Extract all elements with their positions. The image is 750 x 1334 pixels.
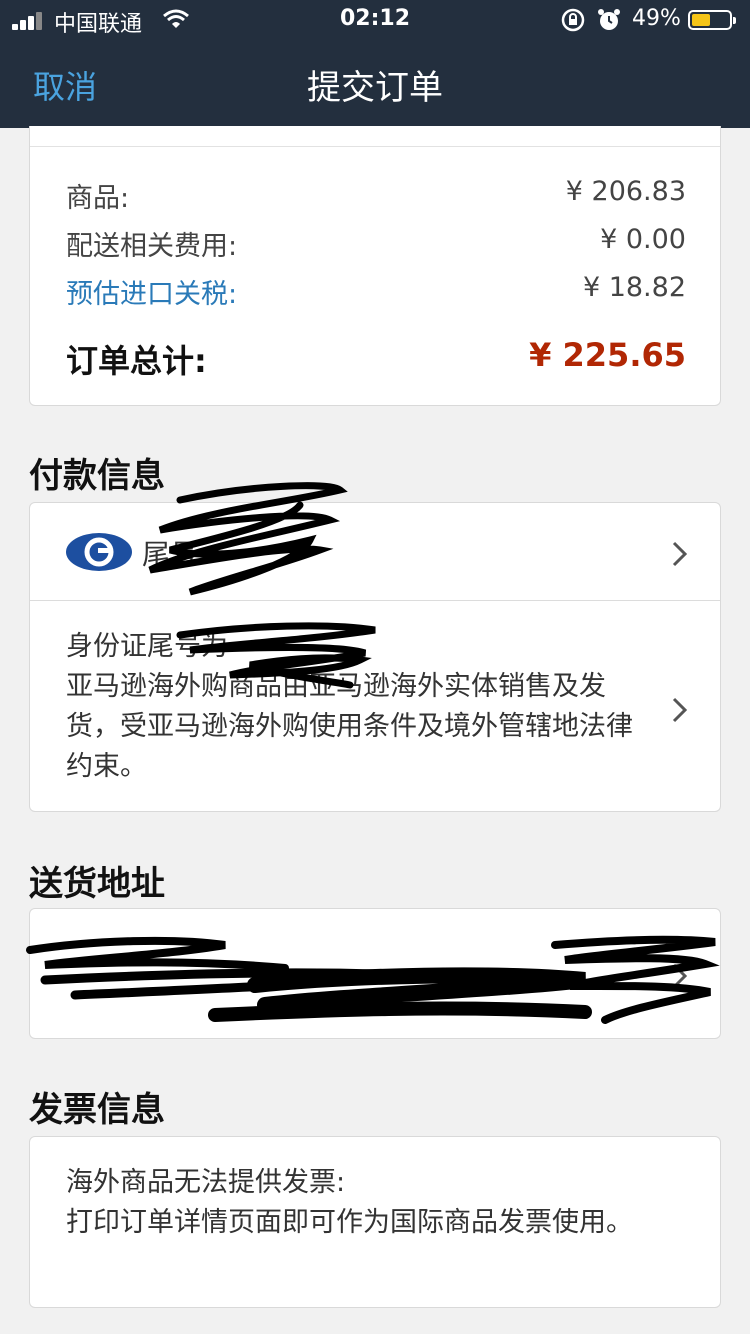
shipping-section-title: 送货地址 — [29, 864, 165, 904]
order-total-value: ¥ 225.65 — [529, 336, 686, 374]
chevron-right-icon — [672, 697, 688, 723]
shipping-fee-value: ¥ 0.00 — [600, 224, 686, 255]
id-notice-text: 身份证尾号为 亚马逊海外购商品由亚马逊海外实体销售及发货，受亚马逊海外购使用条件… — [66, 627, 646, 787]
invoice-line-2: 打印订单详情页面即可作为国际商品发票使用。 — [66, 1207, 633, 1238]
payment-card: 尾号 身份证尾号为 亚马逊海外购商品由亚马逊海外实体销售及发货，受亚马逊海外购使… — [29, 502, 721, 812]
shipping-address-card[interactable] — [29, 908, 721, 1039]
import-tax-value: ¥ 18.82 — [582, 272, 686, 303]
chevron-right-icon — [672, 541, 688, 567]
order-summary-card: 商品: ¥ 206.83 配送相关费用: ¥ 0.00 预估进口关税: ¥ 18… — [29, 126, 721, 406]
invoice-line-1: 海外商品无法提供发票: — [66, 1167, 346, 1198]
import-tax-link[interactable]: 预估进口关税: — [66, 272, 237, 311]
items-row: 商品: ¥ 206.83 — [66, 176, 686, 214]
invoice-section-title: 发票信息 — [29, 1090, 165, 1130]
battery-fill — [692, 14, 710, 26]
import-tax-row: 预估进口关税: ¥ 18.82 — [66, 272, 686, 311]
seller-notice: 亚马逊海外购商品由亚马逊海外实体销售及发货，受亚马逊海外购使用条件及境外管辖地法… — [66, 671, 633, 782]
items-label: 商品: — [66, 183, 130, 214]
card-tail-label: 尾号 — [142, 538, 199, 571]
battery-percent: 49% — [632, 6, 681, 31]
invoice-text: 海外商品无法提供发票: 打印订单详情页面即可作为国际商品发票使用。 — [66, 1163, 666, 1243]
nav-bar: 取消 提交订单 — [0, 40, 750, 128]
alarm-icon — [598, 9, 620, 30]
chevron-right-icon — [672, 963, 688, 989]
items-value: ¥ 206.83 — [565, 176, 686, 207]
order-total-label: 订单总计: — [66, 342, 207, 380]
orientation-lock-icon — [561, 8, 585, 32]
id-line: 身份证尾号为 — [66, 631, 228, 662]
invoice-card: 海外商品无法提供发票: 打印订单详情页面即可作为国际商品发票使用。 — [29, 1136, 721, 1308]
battery-icon — [688, 10, 736, 30]
id-notice-row[interactable]: 身份证尾号为 亚马逊海外购商品由亚马逊海外实体销售及发货，受亚马逊海外购使用条件… — [30, 601, 720, 811]
payment-section-title: 付款信息 — [29, 456, 165, 496]
shipping-fee-label: 配送相关费用: — [66, 231, 238, 262]
order-total-row: 订单总计: ¥ 225.65 — [66, 336, 686, 380]
top-bar: 中国联通 02:12 49% 取消 提交订单 — [0, 0, 750, 128]
shipping-fee-row: 配送相关费用: ¥ 0.00 — [66, 224, 686, 262]
bank-logo-icon — [66, 533, 132, 571]
page-title: 提交订单 — [307, 68, 443, 108]
payment-method-row[interactable]: 尾号 — [30, 503, 720, 601]
status-bar: 中国联通 02:12 49% — [0, 0, 750, 40]
